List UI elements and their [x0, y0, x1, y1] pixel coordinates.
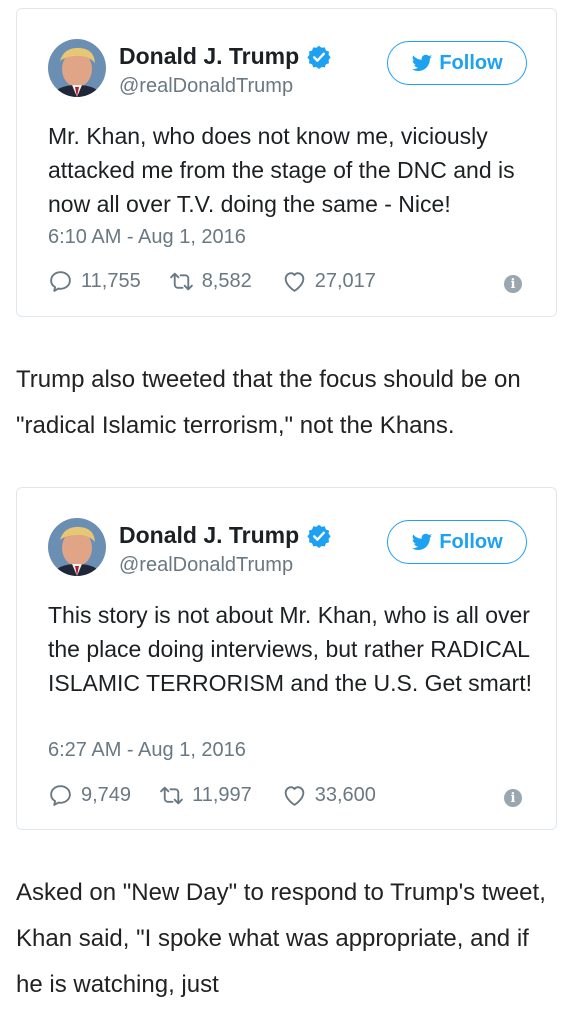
follow-label: Follow: [439, 51, 503, 74]
retweet-icon: [160, 786, 183, 804]
verified-badge-icon: [307, 524, 331, 548]
article-paragraph: Trump also tweeted that the focus should…: [16, 366, 521, 439]
like-count: 33,600: [314, 783, 376, 806]
reply-count: 11,755: [81, 269, 141, 292]
author-name-row: Donald J. Trump: [119, 522, 331, 549]
tweet-text: This story is not about Mr. Khan, who is…: [48, 602, 532, 696]
like-button[interactable]: 27,017: [282, 269, 376, 294]
author-handle[interactable]: @realDonaldTrump: [119, 554, 293, 577]
info-icon[interactable]: i: [504, 275, 522, 293]
tweet-card: Donald J. Trump @realDonaldTrump Follow …: [16, 487, 557, 830]
retweet-count: 11,997: [192, 783, 252, 806]
retweet-button[interactable]: 8,582: [169, 269, 252, 294]
retweet-button[interactable]: 11,997: [159, 783, 252, 808]
follow-label: Follow: [439, 530, 503, 553]
article-paragraph: Asked on "New Day" to respond to Trump's…: [16, 879, 546, 998]
tweet-actions: 11,755 8,582 27,017: [48, 267, 376, 295]
author-handle[interactable]: @realDonaldTrump: [119, 75, 293, 98]
avatar[interactable]: [48, 518, 106, 576]
retweet-icon: [169, 272, 193, 290]
verified-badge-icon: [307, 45, 331, 69]
tweet-timestamp[interactable]: 6:10 AM - Aug 1, 2016: [48, 226, 246, 249]
avatar[interactable]: [48, 39, 106, 97]
reply-count: 9,749: [81, 783, 132, 806]
tweet-text: Mr. Khan, who does not know me, viciousl…: [48, 123, 515, 217]
tweet-card: Donald J. Trump @realDonaldTrump Follow …: [16, 8, 557, 317]
info-icon[interactable]: i: [504, 789, 522, 807]
follow-button[interactable]: Follow: [387, 520, 527, 564]
twitter-bird-icon: [412, 54, 433, 71]
author-name-row: Donald J. Trump: [119, 43, 331, 70]
like-button[interactable]: 33,600: [282, 783, 376, 808]
author-name[interactable]: Donald J. Trump: [119, 522, 299, 549]
reply-button[interactable]: 11,755: [48, 269, 141, 294]
reply-button[interactable]: 9,749: [48, 783, 131, 808]
reply-icon: [50, 784, 71, 806]
twitter-bird-icon: [412, 533, 433, 550]
like-icon: [284, 785, 305, 806]
follow-button[interactable]: Follow: [387, 41, 527, 85]
tweet-timestamp[interactable]: 6:27 AM - Aug 1, 2016: [48, 739, 246, 762]
reply-icon: [50, 270, 71, 292]
author-name[interactable]: Donald J. Trump: [119, 43, 299, 70]
tweet-actions: 9,749 11,997 33,600: [48, 781, 376, 809]
like-count: 27,017: [314, 269, 376, 292]
like-icon: [284, 271, 305, 292]
retweet-count: 8,582: [201, 269, 252, 292]
